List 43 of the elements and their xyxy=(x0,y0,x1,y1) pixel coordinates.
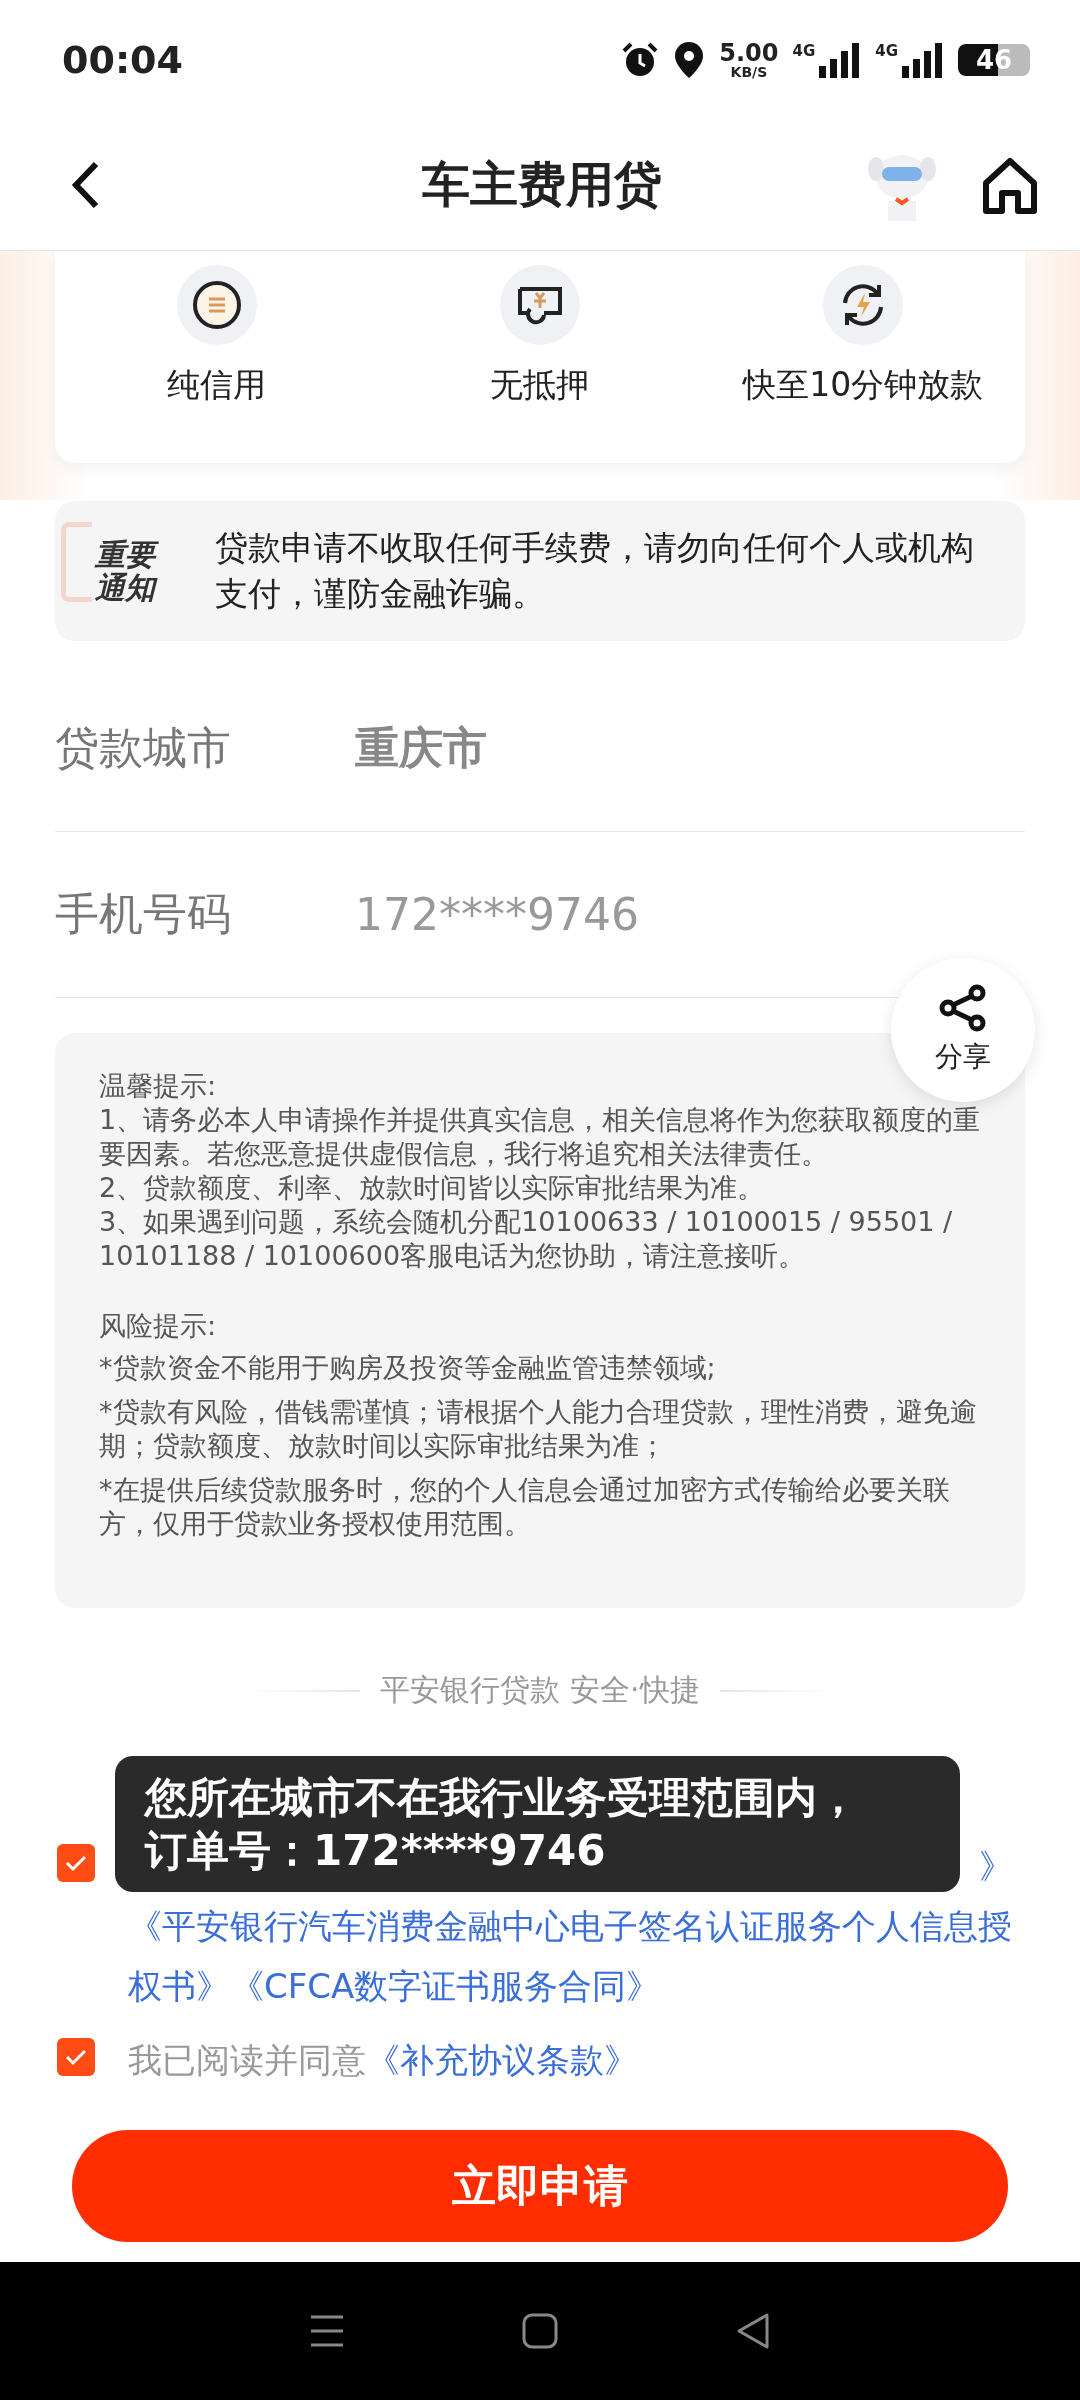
home-icon[interactable] xyxy=(980,155,1040,215)
refresh-bolt-icon xyxy=(823,265,904,345)
feature-label: 快至10分钟放款 xyxy=(743,364,984,406)
tip-text: 2、贷款额度、利率、放款时间皆以实际审批结果为准。 xyxy=(99,1171,766,1205)
agreement-text: 我已阅读并同意 xyxy=(128,2040,366,2080)
risk-text: *贷款资金不能用于购房及投资等金融监管违禁领域; xyxy=(99,1351,717,1385)
network-speed: 5.00 xyxy=(719,41,779,65)
checkbox[interactable] xyxy=(57,1844,95,1882)
tip-text: 3、如果遇到问题，系统会随机分配10100633 / 10100015 / 95501 / 10101188 / 10100600客服电话为您协助，请注意接听。 xyxy=(99,1205,954,1273)
tip-text: 1、请务必本人申请操作并提供真实信息，相关信息将作为您获取额度的重要因素。若您恶意提供虚假信息，我行将追究相关法律责任。 xyxy=(99,1103,981,1171)
notice-text: 贷款申请不收取任何手续费，请勿向任何个人或机构支付，谨防金融诈骗。 xyxy=(215,527,975,615)
agreement-link-end[interactable]: 》 xyxy=(979,1836,1013,1896)
back-icon[interactable] xyxy=(70,160,100,210)
field-label: 手机号码 xyxy=(55,887,232,941)
field-value[interactable]: 172****9746 xyxy=(355,889,639,940)
message-toast: 您所在城市不在我行业务受理范围内， 订单号：172****9746 xyxy=(115,1756,960,1892)
speed-unit: KB/S xyxy=(730,65,768,79)
agreement-link[interactable]: 《补充协议条款》 xyxy=(366,2040,638,2080)
feature-label: 纯信用 xyxy=(167,364,267,406)
agreement-links[interactable]: 《平安银行汽车消费金融中心电子签名认证服务个人信息授权书》《CFCA数字证书服务合同》 xyxy=(128,1896,1025,2016)
risk-text: *贷款有风险，借钱需谨慎；请根据个人能力合理贷款，理性消费，避免逾期；贷款额度、放款时间以实际审批结果为准； xyxy=(99,1395,978,1463)
risk-title: 风险提示: xyxy=(99,1309,218,1343)
page-title: 车主费用贷 xyxy=(421,155,663,214)
checkbox[interactable] xyxy=(57,2038,95,2076)
location-icon xyxy=(673,40,706,80)
network-type: 4G xyxy=(792,42,816,60)
signal-icon xyxy=(900,42,944,78)
feature-label: 无抵押 xyxy=(490,364,590,406)
field-label: 贷款城市 xyxy=(55,721,232,775)
seal-icon xyxy=(176,265,257,345)
network-type: 4G xyxy=(875,42,898,60)
slogan: 平安银行贷款 安全·快捷 xyxy=(380,1671,700,1709)
field-value[interactable]: 重庆市 xyxy=(355,719,487,778)
check-icon xyxy=(64,1853,88,1873)
signal-icon xyxy=(817,42,862,78)
check-icon xyxy=(64,2047,88,2067)
coupon-icon xyxy=(500,265,580,345)
tips-title: 温馨提示: xyxy=(99,1069,218,1103)
alarm-icon xyxy=(621,41,660,79)
home-square-icon[interactable] xyxy=(520,2311,560,2351)
apply-button[interactable]: 立即申请 xyxy=(72,2130,1008,2242)
risk-text: *在提供后续贷款服务时，您的个人信息会通过加密方式传输给必要关联方，仅用于贷款业务授权使用范围。 xyxy=(99,1473,951,1541)
status-time: 00:04 xyxy=(62,38,184,82)
